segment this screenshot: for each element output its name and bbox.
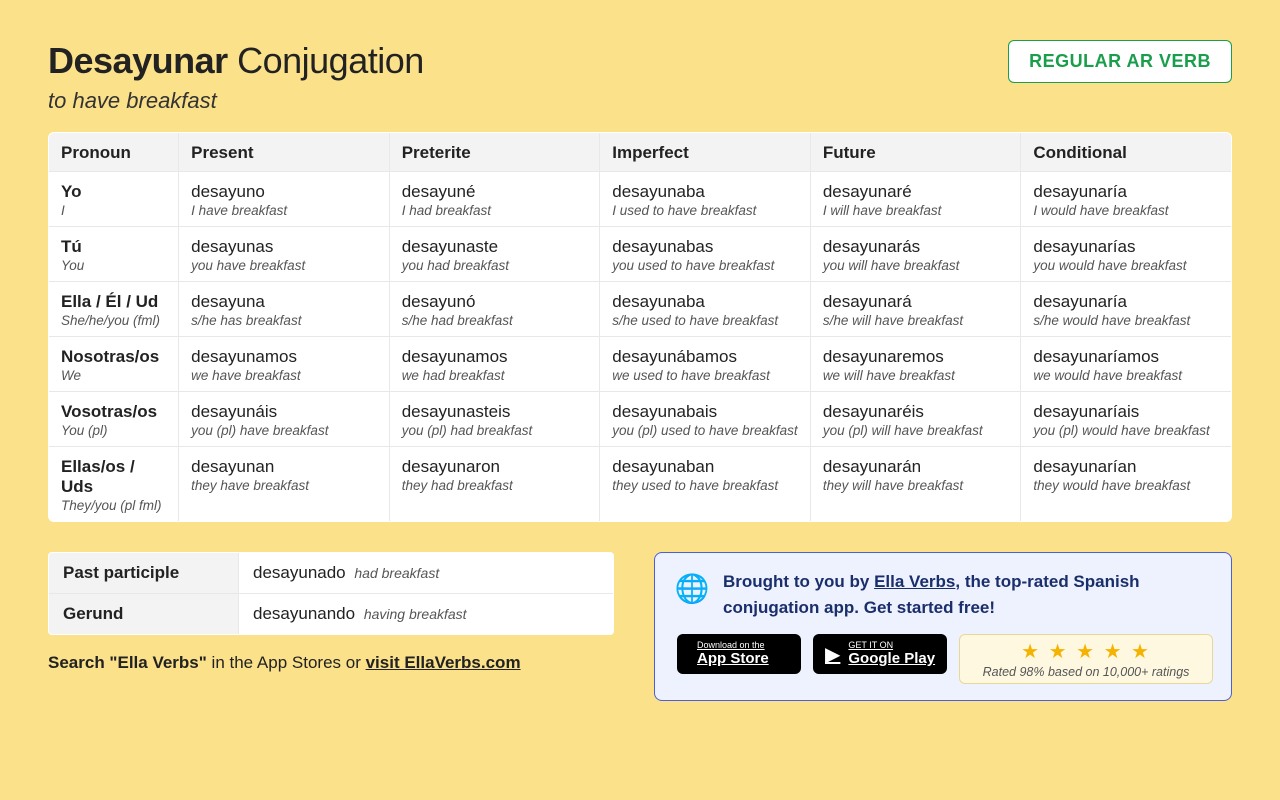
table-header-row: Pronoun Present Preterite Imperfect Futu…	[49, 133, 1232, 172]
google-play-button[interactable]: ▶ GET IT ON Google Play	[813, 634, 947, 674]
cell-imperfect: desayunabas/he used to have breakfast	[600, 282, 811, 337]
cell-present: desayunasyou have breakfast	[179, 227, 390, 282]
promo-box: 🌐 Brought to you by Ella Verbs, the top-…	[654, 552, 1232, 701]
cell-future: desayunaréI will have breakfast	[810, 172, 1021, 227]
col-pronoun: Pronoun	[49, 133, 179, 172]
play-icon: ▶	[825, 642, 840, 667]
verb-type-badge: REGULAR AR VERB	[1008, 40, 1232, 83]
cell-pronoun: YoI	[49, 172, 179, 227]
past-participle-value: desayunado had breakfast	[239, 553, 614, 594]
gerund-value: desayunando having breakfast	[239, 594, 614, 635]
cell-preterite: desayunós/he had breakfast	[389, 282, 600, 337]
rating-text: Rated 98% based on 10,000+ ratings	[983, 665, 1190, 679]
cell-conditional: desayunaríanthey would have breakfast	[1021, 447, 1232, 522]
cell-imperfect: desayunabanthey used to have breakfast	[600, 447, 811, 522]
cell-present: desayunamoswe have breakfast	[179, 337, 390, 392]
col-future: Future	[810, 133, 1021, 172]
gerund-row: Gerund desayunando having breakfast	[49, 594, 614, 635]
cell-conditional: desayunaríamoswe would have breakfast	[1021, 337, 1232, 392]
verb-name: Desayunar	[48, 40, 228, 81]
table-row: Ellas/os / UdsThey/you (pl fml)desayunan…	[49, 447, 1232, 522]
ella-verbs-link[interactable]: Ella Verbs	[874, 572, 955, 591]
cell-present: desayunas/he has breakfast	[179, 282, 390, 337]
cell-future: desayunaréisyou (pl) will have breakfast	[810, 392, 1021, 447]
cell-imperfect: desayunabaisyou (pl) used to have breakf…	[600, 392, 811, 447]
table-row: Vosotras/osYou (pl)desayunáisyou (pl) ha…	[49, 392, 1232, 447]
verb-translation: to have breakfast	[48, 88, 424, 114]
cell-pronoun: Nosotras/osWe	[49, 337, 179, 392]
cell-present: desayunáisyou (pl) have breakfast	[179, 392, 390, 447]
cell-pronoun: TúYou	[49, 227, 179, 282]
cell-conditional: desayunaríasyou would have breakfast	[1021, 227, 1232, 282]
cell-preterite: desayunasteyou had breakfast	[389, 227, 600, 282]
cell-present: desayunoI have breakfast	[179, 172, 390, 227]
table-row: Nosotras/osWedesayunamoswe have breakfas…	[49, 337, 1232, 392]
table-row: TúYoudesayunasyou have breakfastdesayuna…	[49, 227, 1232, 282]
past-participle-label: Past participle	[49, 553, 239, 594]
title-suffix: Conjugation	[237, 40, 424, 81]
app-icon: 🌐	[673, 569, 711, 607]
table-row: Ella / Él / UdShe/he/you (fml)desayunas/…	[49, 282, 1232, 337]
cell-future: desayunarásyou will have breakfast	[810, 227, 1021, 282]
cell-conditional: desayunaríaI would have breakfast	[1021, 172, 1232, 227]
cell-imperfect: desayunábamoswe used to have breakfast	[600, 337, 811, 392]
page-title: Desayunar Conjugation	[48, 40, 424, 82]
conjugation-table: Pronoun Present Preterite Imperfect Futu…	[48, 132, 1232, 522]
cell-future: desayunaremoswe will have breakfast	[810, 337, 1021, 392]
cell-future: desayunaránthey will have breakfast	[810, 447, 1021, 522]
cell-present: desayunanthey have breakfast	[179, 447, 390, 522]
cell-preterite: desayunamoswe had breakfast	[389, 337, 600, 392]
col-imperfect: Imperfect	[600, 133, 811, 172]
app-store-button[interactable]: Download on the App Store	[677, 634, 801, 674]
cell-conditional: desayunaríaisyou (pl) would have breakfa…	[1021, 392, 1232, 447]
search-line: Search "Ella Verbs" in the App Stores or…	[48, 653, 614, 673]
col-present: Present	[179, 133, 390, 172]
cell-pronoun: Vosotras/osYou (pl)	[49, 392, 179, 447]
cell-future: desayunarás/he will have breakfast	[810, 282, 1021, 337]
cell-pronoun: Ella / Él / UdShe/he/you (fml)	[49, 282, 179, 337]
cell-imperfect: desayunabaI used to have breakfast	[600, 172, 811, 227]
table-row: YoIdesayunoI have breakfastdesayunéI had…	[49, 172, 1232, 227]
star-icons: ★ ★ ★ ★ ★	[1021, 639, 1151, 664]
col-preterite: Preterite	[389, 133, 600, 172]
cell-pronoun: Ellas/os / UdsThey/you (pl fml)	[49, 447, 179, 522]
rating-box: ★ ★ ★ ★ ★ Rated 98% based on 10,000+ rat…	[959, 634, 1213, 684]
cell-preterite: desayunaronthey had breakfast	[389, 447, 600, 522]
cell-preterite: desayunéI had breakfast	[389, 172, 600, 227]
promo-text: Brought to you by Ella Verbs, the top-ra…	[723, 569, 1213, 620]
cell-conditional: desayunarías/he would have breakfast	[1021, 282, 1232, 337]
past-participle-row: Past participle desayunado had breakfast	[49, 553, 614, 594]
cell-imperfect: desayunabasyou used to have breakfast	[600, 227, 811, 282]
page-title-block: Desayunar Conjugation to have breakfast	[48, 40, 424, 114]
cell-preterite: desayunasteisyou (pl) had breakfast	[389, 392, 600, 447]
visit-site-link[interactable]: visit EllaVerbs.com	[366, 653, 521, 672]
col-conditional: Conditional	[1021, 133, 1232, 172]
gerund-label: Gerund	[49, 594, 239, 635]
forms-table: Past participle desayunado had breakfast…	[48, 552, 614, 635]
